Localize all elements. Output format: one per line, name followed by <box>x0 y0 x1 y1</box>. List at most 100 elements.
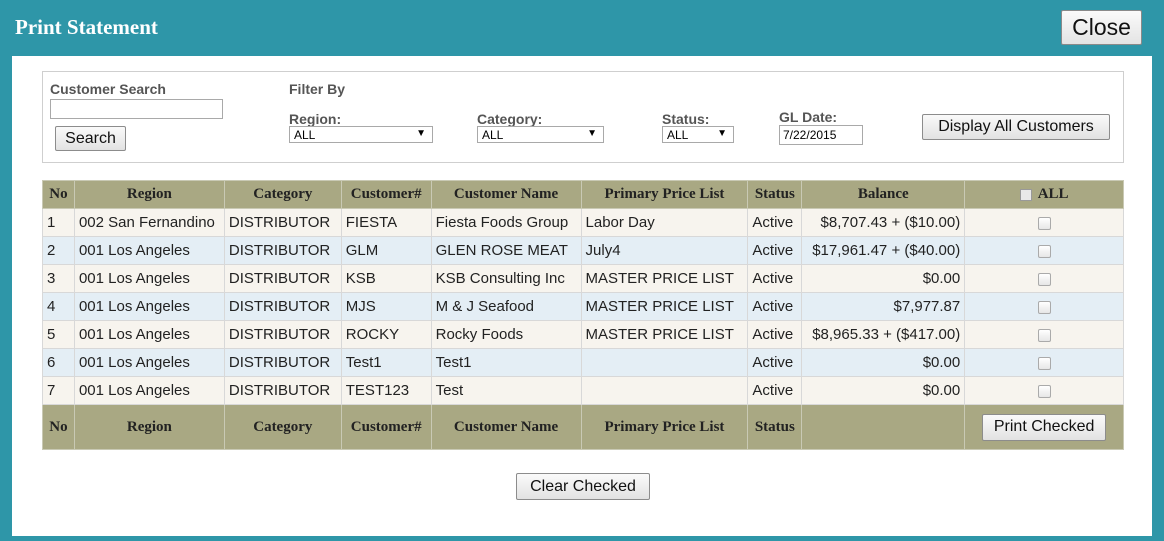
cell-customer-number: FIESTA <box>340 208 432 237</box>
cell-balance: $0.00 <box>801 348 966 377</box>
display-all-customers-button[interactable]: Display All Customers <box>922 114 1110 140</box>
footer-primary-price-list: Primary Price List <box>580 404 749 450</box>
cell-customer-name: KSB Consulting Inc <box>430 264 582 293</box>
cell-balance: $0.00 <box>801 264 966 293</box>
cell-balance: $8,965.33 + ($417.00) <box>801 320 966 349</box>
cell-no: 7 <box>42 376 75 405</box>
category-select-value: ALL <box>482 128 504 142</box>
status-select-value: ALL <box>667 128 689 142</box>
cell-category: DISTRIBUTOR <box>223 264 342 293</box>
print-checked-button[interactable]: Print Checked <box>982 413 1107 441</box>
table-row[interactable]: 1 002 San Fernandino DISTRIBUTOR FIESTA … <box>42 208 1124 237</box>
chevron-down-icon: ▼ <box>416 128 426 139</box>
region-select[interactable]: ALL ▼ <box>289 126 433 143</box>
footer-category: Category <box>223 404 342 450</box>
row-checkbox[interactable] <box>1037 244 1051 258</box>
cell-status: Active <box>747 208 803 237</box>
clear-checked-button[interactable]: Clear Checked <box>516 473 650 500</box>
cell-select <box>964 208 1124 237</box>
cell-customer-number: GLM <box>340 236 432 265</box>
cell-select <box>964 320 1124 349</box>
cell-customer-number: ROCKY <box>340 320 432 349</box>
select-all-label: ALL <box>1037 186 1069 202</box>
dialog-body: Customer Search Search Filter By Region:… <box>12 56 1152 536</box>
cell-region: 001 Los Angeles <box>73 376 225 405</box>
cell-price-list: MASTER PRICE LIST <box>580 292 749 321</box>
close-button[interactable]: Close <box>1061 10 1142 45</box>
row-checkbox[interactable] <box>1037 356 1051 370</box>
status-select[interactable]: ALL ▼ <box>662 126 734 143</box>
cell-category: DISTRIBUTOR <box>223 208 342 237</box>
footer-customer-name: Customer Name <box>430 404 582 450</box>
cell-category: DISTRIBUTOR <box>223 236 342 265</box>
customer-search-input[interactable] <box>50 99 223 119</box>
cell-status: Active <box>747 236 803 265</box>
cell-region: 001 Los Angeles <box>73 292 225 321</box>
cell-region: 001 Los Angeles <box>73 320 225 349</box>
row-checkbox[interactable] <box>1037 216 1051 230</box>
cell-customer-name: Rocky Foods <box>430 320 582 349</box>
cell-category: DISTRIBUTOR <box>223 376 342 405</box>
chevron-down-icon: ▼ <box>587 128 597 139</box>
cell-status: Active <box>747 292 803 321</box>
row-checkbox[interactable] <box>1037 272 1051 286</box>
cell-status: Active <box>747 264 803 293</box>
cell-region: 002 San Fernandino <box>73 208 225 237</box>
row-checkbox[interactable] <box>1037 328 1051 342</box>
cell-no: 4 <box>42 292 75 321</box>
cell-select <box>964 264 1124 293</box>
cell-balance: $0.00 <box>801 376 966 405</box>
select-all-checkbox[interactable] <box>1019 188 1032 201</box>
chevron-down-icon: ▼ <box>717 128 727 139</box>
cell-price-list: July4 <box>580 236 749 265</box>
footer-balance <box>801 404 966 450</box>
col-header-balance: Balance <box>801 180 966 209</box>
dialog-frame: Print Statement Close Customer Search Se… <box>0 0 1164 541</box>
cell-status: Active <box>747 348 803 377</box>
cell-no: 2 <box>42 236 75 265</box>
col-header-no: No <box>42 180 75 209</box>
row-checkbox[interactable] <box>1037 384 1051 398</box>
search-button[interactable]: Search <box>55 126 126 151</box>
cell-category: DISTRIBUTOR <box>223 320 342 349</box>
table-header-row: No Region Category Customer# Customer Na… <box>42 180 1124 209</box>
region-select-value: ALL <box>294 128 316 142</box>
table-row[interactable]: 4 001 Los Angeles DISTRIBUTOR MJS M & J … <box>42 292 1124 321</box>
cell-region: 001 Los Angeles <box>73 348 225 377</box>
cell-select <box>964 292 1124 321</box>
table-footer-row: No Region Category Customer# Customer Na… <box>42 404 1124 450</box>
gl-date-input[interactable] <box>779 125 863 145</box>
footer-actions: Print Checked <box>964 404 1124 450</box>
gl-date-label: GL Date: <box>779 109 838 125</box>
cell-select <box>964 348 1124 377</box>
table-row[interactable]: 6 001 Los Angeles DISTRIBUTOR Test1 Test… <box>42 348 1124 377</box>
customer-table: No Region Category Customer# Customer Na… <box>42 180 1124 450</box>
cell-no: 5 <box>42 320 75 349</box>
cell-balance: $8,707.43 + ($10.00) <box>801 208 966 237</box>
col-header-select-all: ALL <box>964 180 1124 209</box>
table-row[interactable]: 7 001 Los Angeles DISTRIBUTOR TEST123 Te… <box>42 376 1124 405</box>
cell-category: DISTRIBUTOR <box>223 348 342 377</box>
row-checkbox[interactable] <box>1037 300 1051 314</box>
table-row[interactable]: 5 001 Los Angeles DISTRIBUTOR ROCKY Rock… <box>42 320 1124 349</box>
cell-select <box>964 236 1124 265</box>
category-select[interactable]: ALL ▼ <box>477 126 604 143</box>
footer-customer-number: Customer# <box>340 404 432 450</box>
cell-status: Active <box>747 376 803 405</box>
col-header-status: Status <box>747 180 803 209</box>
cell-customer-number: KSB <box>340 264 432 293</box>
col-header-customer-number: Customer# <box>340 180 432 209</box>
col-header-customer-name: Customer Name <box>430 180 582 209</box>
cell-category: DISTRIBUTOR <box>223 292 342 321</box>
table-row[interactable]: 3 001 Los Angeles DISTRIBUTOR KSB KSB Co… <box>42 264 1124 293</box>
cell-price-list <box>580 376 749 405</box>
cell-region: 001 Los Angeles <box>73 264 225 293</box>
cell-customer-number: MJS <box>340 292 432 321</box>
table-row[interactable]: 2 001 Los Angeles DISTRIBUTOR GLM GLEN R… <box>42 236 1124 265</box>
col-header-category: Category <box>223 180 342 209</box>
cell-no: 3 <box>42 264 75 293</box>
filter-by-heading: Filter By <box>289 81 346 97</box>
footer-no: No <box>42 404 75 450</box>
cell-status: Active <box>747 320 803 349</box>
status-label: Status: <box>662 111 710 127</box>
